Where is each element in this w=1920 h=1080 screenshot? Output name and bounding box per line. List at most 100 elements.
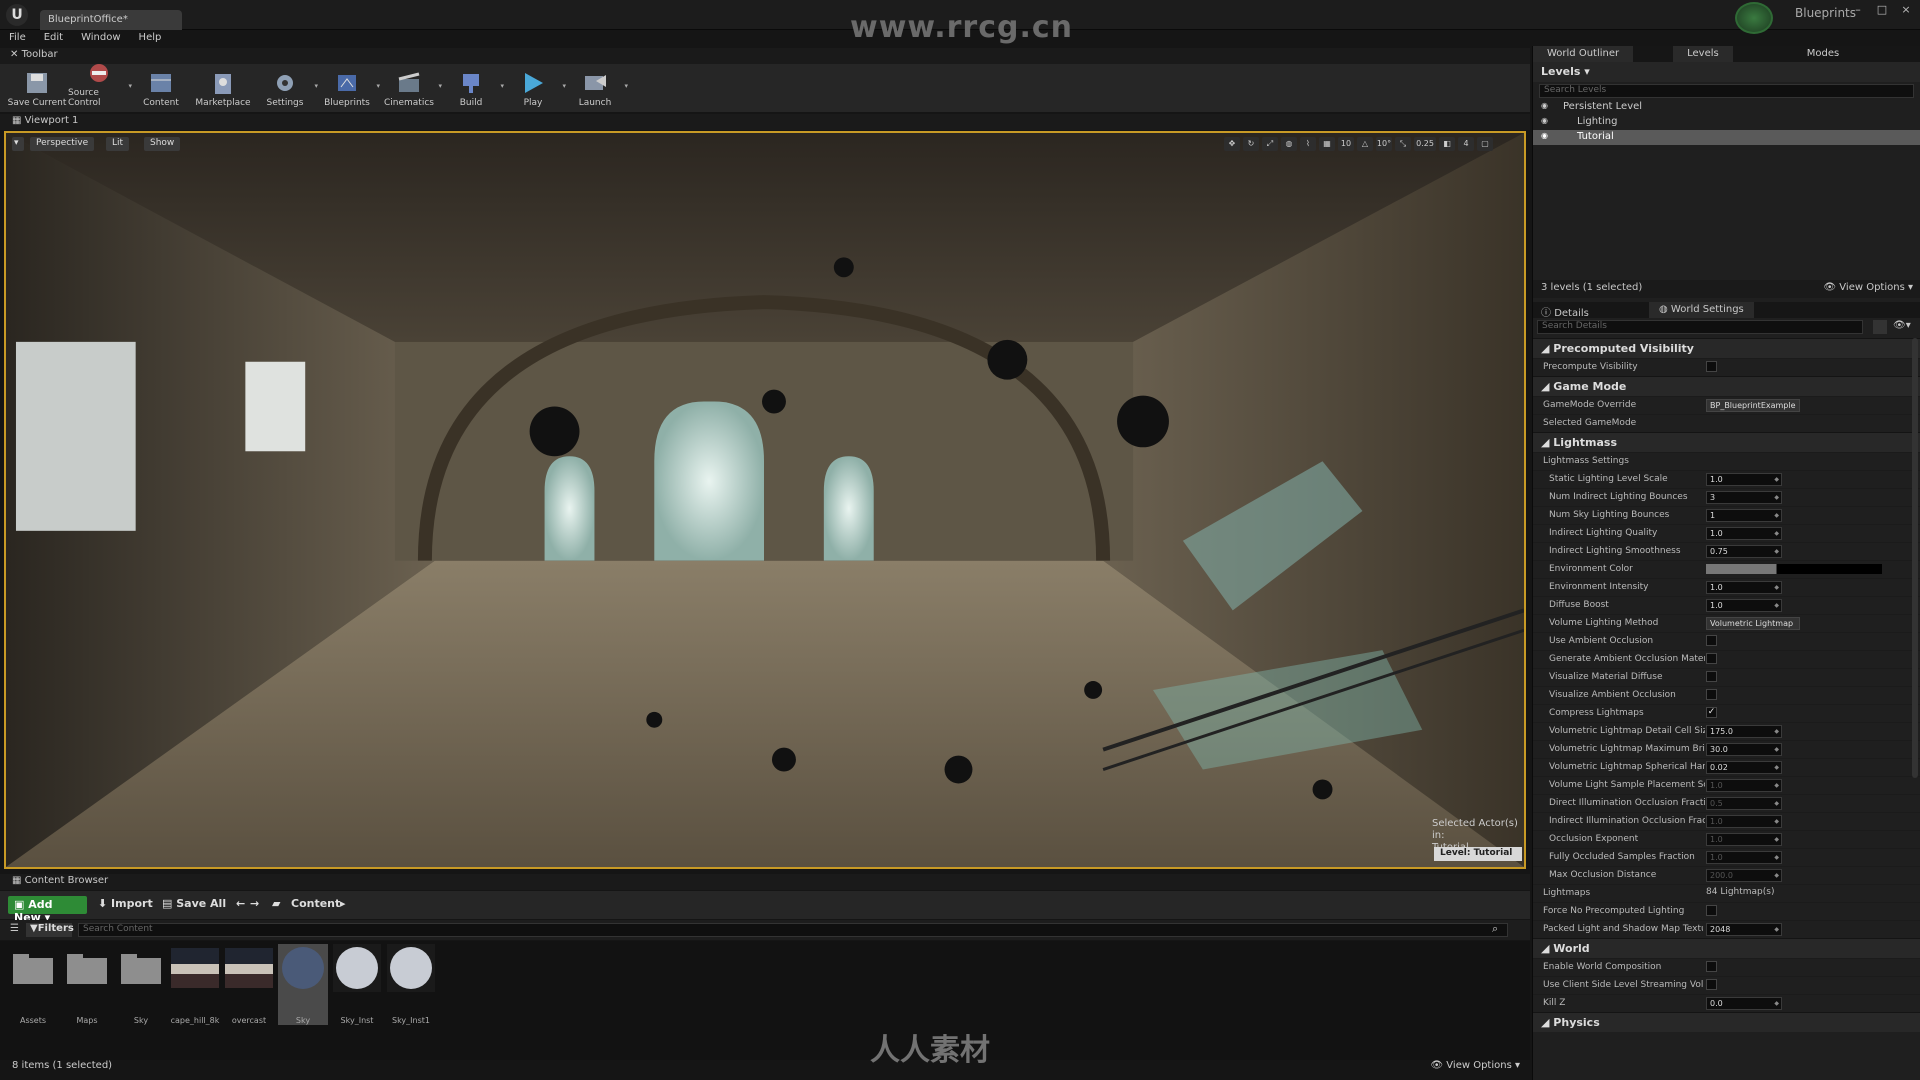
level-viewport[interactable]: ▾ Perspective Lit Show ✥ ↻ ⤢ ◍ ⌇ ▦ 10 △ … <box>4 131 1526 869</box>
property-number-input[interactable]: 200.0 <box>1706 869 1782 882</box>
menu-edit[interactable]: Edit <box>35 30 72 48</box>
tab-details[interactable]: ⓘ Details <box>1541 304 1589 319</box>
scale-icon[interactable]: ⤢ <box>1262 137 1278 151</box>
camera-speed-value[interactable]: 4 <box>1458 137 1474 151</box>
details-section-header[interactable]: ◢ Precomputed Visibility <box>1533 338 1920 358</box>
add-new-button[interactable]: ▣ Add New ▾ <box>8 896 87 924</box>
property-checkbox[interactable] <box>1706 671 1717 682</box>
property-checkbox[interactable] <box>1706 653 1717 664</box>
property-number-input[interactable]: 1.0 <box>1706 473 1782 486</box>
launch-button[interactable]: Launch ▾ <box>564 64 628 110</box>
level-row[interactable]: ◉ Lighting <box>1533 115 1920 130</box>
property-dropdown[interactable]: Volumetric Lightmap <box>1706 617 1800 630</box>
content-button[interactable]: Content <box>130 64 192 110</box>
scale-snap-value[interactable]: 0.25 <box>1414 137 1436 151</box>
chevron-down-icon[interactable]: ▾ <box>624 82 628 90</box>
cinematics-button[interactable]: Cinematics ▾ <box>378 64 442 110</box>
level-row[interactable]: ◉ Persistent Level <box>1533 100 1920 115</box>
property-number-input[interactable]: 1.0 <box>1706 851 1782 864</box>
property-number-input[interactable]: 1.0 <box>1706 527 1782 540</box>
property-number-input[interactable]: 0.0 <box>1706 997 1782 1010</box>
settings-button[interactable]: Settings ▾ <box>254 64 318 110</box>
property-number-input[interactable]: 1.0 <box>1706 833 1782 846</box>
minimize-button[interactable]: – <box>1848 3 1868 17</box>
rotate-icon[interactable]: ↻ <box>1243 137 1259 151</box>
level-eye-icon[interactable]: ◉ <box>1541 116 1548 125</box>
details-section-header[interactable]: ◢ Game Mode <box>1533 376 1920 396</box>
level-eye-icon[interactable]: ◉ <box>1541 131 1548 140</box>
maximize-button[interactable]: □ <box>1872 3 1892 17</box>
build-button[interactable]: Build ▾ <box>440 64 504 110</box>
details-search-input[interactable]: Search Details <box>1537 320 1863 334</box>
property-checkbox[interactable] <box>1706 689 1717 700</box>
filters-button[interactable]: ▼Filters <box>26 923 74 937</box>
property-matrix-icon[interactable] <box>1873 320 1887 334</box>
menu-window[interactable]: Window <box>72 30 129 48</box>
property-number-input[interactable]: 1.0 <box>1706 815 1782 828</box>
path-chevron-icon[interactable]: ▸ <box>340 897 346 910</box>
property-checkbox[interactable] <box>1706 905 1717 916</box>
content-search-input[interactable]: Search Content <box>78 923 1508 937</box>
blueprints-button[interactable]: Blueprints ▾ <box>316 64 380 110</box>
save-all-button[interactable]: ▤ Save All <box>162 897 226 910</box>
property-checkbox[interactable] <box>1706 979 1717 990</box>
document-tab[interactable]: BlueprintOffice* <box>40 10 182 30</box>
asset-tile[interactable]: Assets <box>8 944 58 1025</box>
property-checkbox[interactable] <box>1706 635 1717 646</box>
property-number-input[interactable]: 0.5 <box>1706 797 1782 810</box>
camera-speed-icon[interactable]: ◧ <box>1439 137 1455 151</box>
environment-color-swatch[interactable] <box>1706 564 1882 574</box>
sources-toggle-icon[interactable]: ☰ <box>10 923 19 934</box>
world-local-icon[interactable]: ◍ <box>1281 137 1297 151</box>
property-number-input[interactable]: 0.02 <box>1706 761 1782 774</box>
details-section-header[interactable]: ◢ Lightmass <box>1533 432 1920 452</box>
grid-snap-value[interactable]: 10 <box>1338 137 1354 151</box>
details-section-header[interactable]: ◢ Physics <box>1533 1012 1920 1032</box>
property-checkbox[interactable] <box>1706 961 1717 972</box>
property-number-input[interactable]: 1.0 <box>1706 599 1782 612</box>
asset-tile[interactable]: Sky_Inst <box>332 944 382 1025</box>
save-current-button[interactable]: Save Current <box>6 64 68 110</box>
rotation-snap-value[interactable]: 10° <box>1376 137 1392 151</box>
tab-levels[interactable]: Levels <box>1673 46 1733 62</box>
levels-view-options-button[interactable]: 👁 View Options ▾ <box>1823 282 1913 293</box>
content-path-breadcrumb[interactable]: Content <box>291 897 340 910</box>
asset-tile[interactable]: cape_hill_8k <box>170 944 220 1025</box>
level-eye-icon[interactable]: ◉ <box>1541 101 1548 110</box>
viewport-tab[interactable]: ▦ Viewport 1 <box>0 114 1530 130</box>
blueprints-badge-icon[interactable] <box>1735 2 1773 34</box>
content-browser-tab[interactable]: ▦ Content Browser <box>0 874 1530 890</box>
asset-tile[interactable]: overcast <box>224 944 274 1025</box>
marketplace-button[interactable]: Marketplace <box>192 64 254 110</box>
tab-world-outliner[interactable]: World Outliner <box>1533 46 1634 62</box>
maximize-viewport-icon[interactable]: ▢ <box>1477 137 1493 151</box>
property-number-input[interactable]: 175.0 <box>1706 725 1782 738</box>
details-scrollbar[interactable] <box>1912 338 1918 778</box>
tab-world-settings[interactable]: ◍ World Settings <box>1649 302 1754 318</box>
close-button[interactable]: × <box>1896 3 1916 17</box>
level-row[interactable]: ◉ Tutorial <box>1533 130 1920 145</box>
levels-header[interactable]: Levels ▾ <box>1533 62 1920 82</box>
play-button[interactable]: Play ▾ <box>502 64 566 110</box>
property-number-input[interactable]: 30.0 <box>1706 743 1782 756</box>
menu-file[interactable]: File <box>0 30 35 48</box>
history-back-icon[interactable]: ← <box>236 897 245 910</box>
asset-tile[interactable]: Sky_Inst1 <box>386 944 436 1025</box>
folder-path-icon[interactable]: ▰ <box>272 897 280 910</box>
property-number-input[interactable]: 3 <box>1706 491 1782 504</box>
details-view-options-icon[interactable]: 👁▾ <box>1893 320 1911 331</box>
property-number-input[interactable]: 1 <box>1706 509 1782 522</box>
property-checkbox[interactable] <box>1706 361 1717 372</box>
source-control-button[interactable]: Source Control ▾ <box>68 64 132 110</box>
content-view-options-button[interactable]: 👁 View Options ▾ <box>1430 1060 1520 1071</box>
rotation-snap-icon[interactable]: △ <box>1357 137 1373 151</box>
property-number-input[interactable]: 0.75 <box>1706 545 1782 558</box>
asset-tile[interactable]: Maps <box>62 944 112 1025</box>
property-number-input[interactable]: 1.0 <box>1706 581 1782 594</box>
lit-button[interactable]: Lit <box>106 137 130 151</box>
toolbar-tab[interactable]: ✕ Toolbar <box>0 48 1530 64</box>
property-number-input[interactable]: 1.0 <box>1706 779 1782 792</box>
show-button[interactable]: Show <box>144 137 181 151</box>
property-checkbox[interactable]: ✓ <box>1706 707 1717 718</box>
asset-tile[interactable]: Sky <box>116 944 166 1025</box>
